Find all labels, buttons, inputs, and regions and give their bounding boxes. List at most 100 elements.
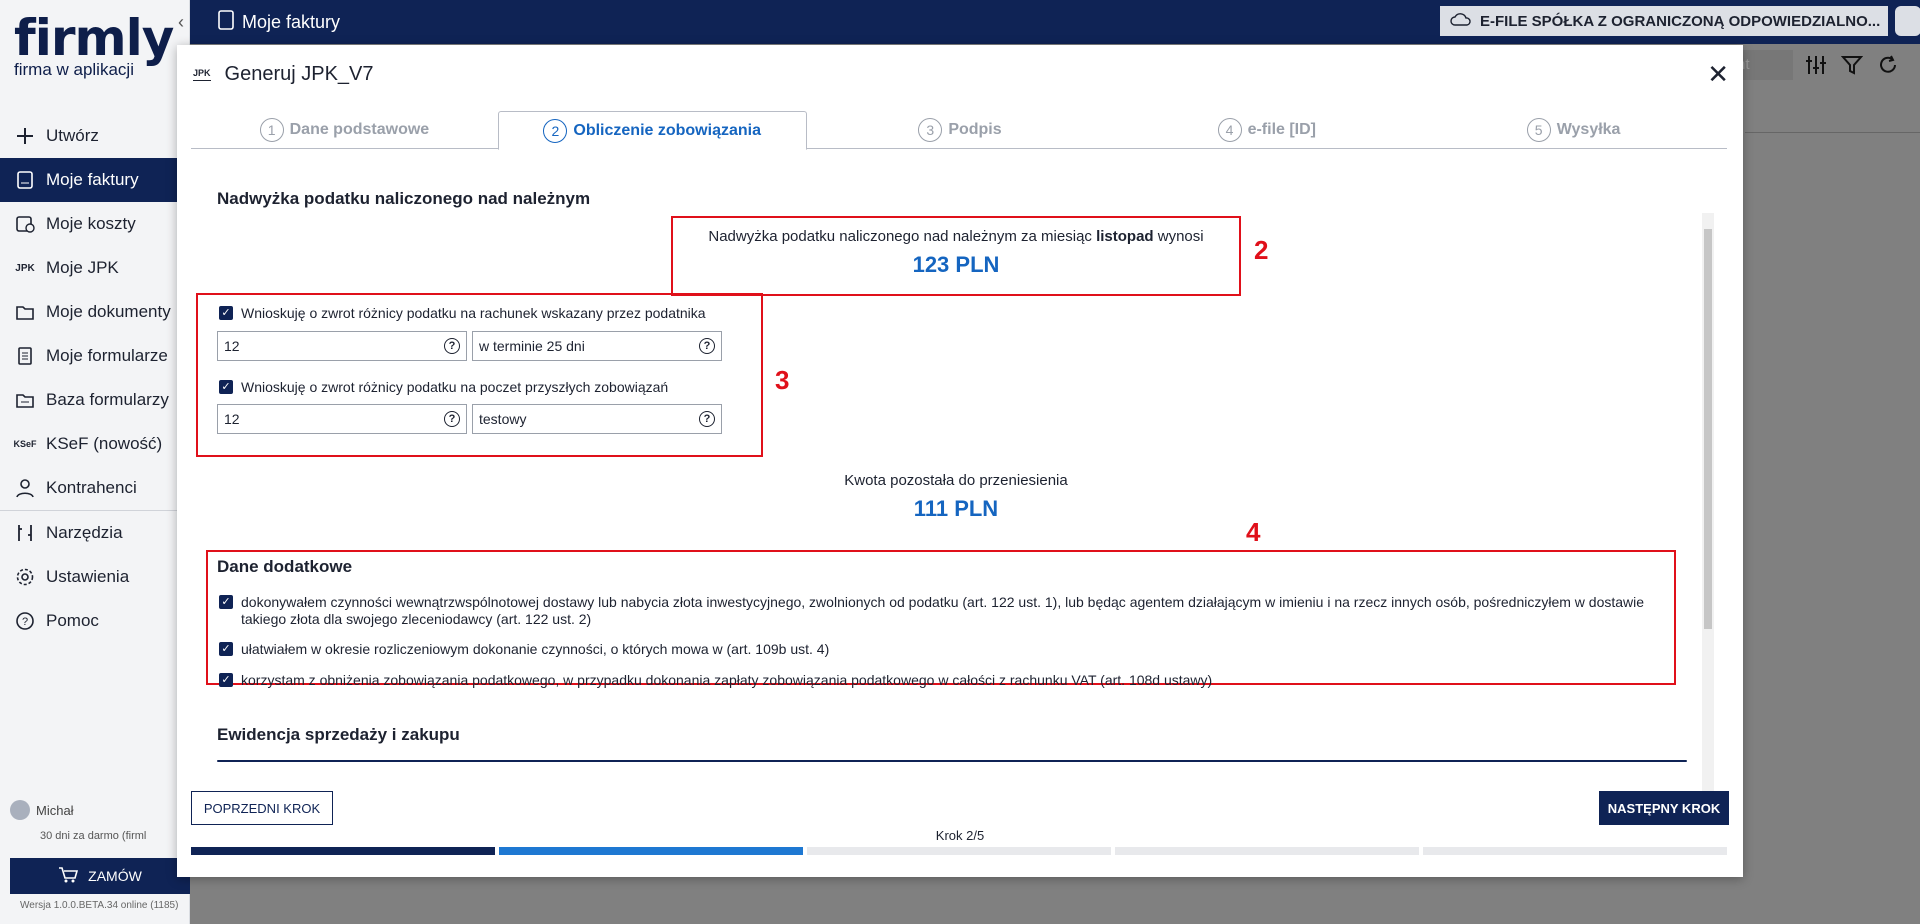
logo[interactable]: firmly firma w aplikacji [14, 10, 174, 80]
extra-data-title: Dane dodatkowe [217, 557, 353, 576]
tab-label: e-file [ID] [1247, 120, 1317, 138]
tab-step-2[interactable]: 2 Obliczenie zobowiązania [497, 111, 807, 150]
refund-term-select[interactable]: w terminie 25 dni ? [472, 331, 722, 361]
help-icon: ? [14, 610, 36, 632]
extra-item-label: ułatwiałem w okresie rozliczeniowym doko… [241, 641, 830, 657]
account-button[interactable] [1895, 6, 1920, 36]
remaining-amount: 111 PLN [913, 496, 999, 521]
cloud-icon [1450, 12, 1472, 30]
extra-item-row[interactable]: ✓ korzystam z obniżenia zobowiązania pod… [219, 672, 1689, 689]
annotation-number-3: 3 [775, 365, 790, 395]
sidebar-item-invoices[interactable]: Moje faktury [0, 158, 190, 202]
wizard-tabs: 1 Dane podstawowe 2 Obliczenie zobowiąza… [191, 111, 1727, 150]
refund-future-checkbox-row[interactable]: ✓ Wnioskuję o zwrot różnicy podatku na p… [219, 379, 668, 395]
trial-text: 30 dni za darmo (firml [40, 830, 147, 842]
scrollbar-thumb[interactable] [1704, 229, 1712, 629]
checkbox-checked-icon[interactable]: ✓ [219, 673, 233, 687]
sidebar-item-forms[interactable]: Moje formularze [0, 334, 190, 378]
sidebar-item-jpk[interactable]: JPK Moje JPK [0, 246, 190, 290]
refund-future-note-input[interactable]: testowy ? [472, 404, 722, 434]
folder-db-icon [14, 389, 36, 411]
help-icon[interactable]: ? [444, 338, 460, 354]
help-icon[interactable]: ? [699, 338, 715, 354]
generate-jpk-modal: JPK Generuj JPK_V7 ✕ 1 Dane podstawowe 2… [177, 45, 1743, 877]
refund-future-note-value: testowy [479, 411, 527, 427]
version-text: Wersja 1.0.0.BETA.34 online (1185) [20, 900, 179, 911]
refund-future-amount-input[interactable]: 12 ? [217, 404, 467, 434]
extra-item-label: korzystam z obniżenia zobowiązania podat… [241, 672, 1213, 688]
company-selector[interactable]: E-FILE SPÓŁKA Z OGRANICZONĄ ODPOWIEDZIAL… [1440, 6, 1888, 36]
user-name: Michał [36, 802, 74, 818]
sidebar-item-costs[interactable]: Moje koszty [0, 202, 190, 246]
next-step-button[interactable]: NASTĘPNY KROK [1599, 791, 1729, 825]
modal-header: JPK Generuj JPK_V7 [193, 63, 374, 86]
tab-label: Dane podstawowe [289, 120, 430, 138]
checkbox-checked-icon[interactable]: ✓ [219, 595, 233, 609]
tools-icon [14, 522, 36, 544]
previous-step-button[interactable]: POPRZEDNI KROK [191, 791, 333, 825]
sidebar-item-documents[interactable]: Moje dokumenty [0, 290, 190, 334]
sidebar-nav: Utwórz Moje faktury Moje koszty JPK Moje… [0, 114, 190, 643]
sidebar-item-create[interactable]: Utwórz [0, 114, 190, 158]
checkbox-checked-icon[interactable]: ✓ [219, 642, 233, 656]
tab-label: Obliczenie zobowiązania [573, 121, 761, 139]
progress-segment-3 [807, 847, 1111, 855]
surplus-amount: 123 PLN [912, 252, 1000, 277]
sidebar-item-ksef[interactable]: KSeF KSeF (nowość) [0, 422, 190, 466]
plus-icon [14, 125, 36, 147]
sidebar-item-help[interactable]: ? Pomoc [0, 599, 190, 643]
tab-step-5[interactable]: 5 Wysyłka [1420, 111, 1727, 148]
modal-title: Generuj JPK_V7 [224, 63, 374, 85]
surplus-text: Nadwyżka podatku naliczonego nad należny… [677, 228, 1235, 245]
close-icon[interactable]: ✕ [1707, 59, 1729, 90]
step-number: 4 [1217, 117, 1242, 142]
progress-segment-1 [191, 847, 495, 855]
cart-icon [58, 866, 79, 887]
refund-account-amount-input[interactable]: 12 ? [217, 331, 467, 361]
progress-segment-2 [499, 847, 803, 855]
sidebar-item-label: Ustawienia [46, 567, 130, 586]
costs-icon [14, 213, 36, 235]
order-label: ZAMÓW [88, 868, 142, 884]
progress-segment-5 [1423, 847, 1727, 855]
tab-step-4[interactable]: 4 e-file [ID] [1113, 111, 1420, 148]
surplus-month: listopad [1096, 228, 1154, 245]
extra-item-row[interactable]: ✓ ułatwiałem w okresie rozliczeniowym do… [219, 641, 1689, 658]
tab-label: Podpis [948, 120, 1002, 138]
sidebar-item-label: Moje formularze [46, 346, 168, 365]
checkbox-checked-icon[interactable]: ✓ [219, 380, 233, 394]
sidebar-item-label: Utwórz [46, 126, 99, 145]
sidebar-item-tools[interactable]: Narzędzia [0, 511, 190, 555]
page-title-text: Moje faktury [242, 12, 341, 32]
section-title: Nadwyżka podatku naliczonego nad należny… [217, 189, 591, 208]
sidebar-item-contractors[interactable]: Kontrahenci [0, 466, 190, 510]
checkbox-checked-icon[interactable]: ✓ [219, 306, 233, 320]
company-name: E-FILE SPÓŁKA Z OGRANICZONĄ ODPOWIEDZIAL… [1480, 12, 1881, 30]
form-icon [14, 345, 36, 367]
help-icon[interactable]: ? [699, 411, 715, 427]
sidebar-item-label: Narzędzia [46, 523, 123, 542]
background-toolbar [1805, 54, 1899, 82]
extra-item-row[interactable]: ✓ dokonywałem czynności wewnątrzwspólnot… [219, 594, 1689, 628]
sidebar-item-label: Pomoc [46, 611, 99, 630]
annotation-number-4: 4 [1246, 517, 1261, 547]
refund-account-checkbox-row[interactable]: ✓ Wnioskuję o zwrot różnicy podatku na r… [219, 305, 706, 321]
user-profile[interactable]: Michał [10, 800, 74, 820]
help-icon[interactable]: ? [444, 411, 460, 427]
sidebar-item-settings[interactable]: Ustawienia [0, 555, 190, 599]
sidebar-item-forms-db[interactable]: Baza formularzy [0, 378, 190, 422]
jpk-icon: JPK [193, 68, 211, 81]
top-bar: Moje faktury E-FILE SPÓŁKA Z OGRANICZONĄ… [190, 0, 1920, 44]
background-divider [1745, 132, 1920, 133]
svg-text:?: ? [22, 616, 28, 628]
wizard-progress [191, 847, 1727, 855]
sidebar-item-label: Moje faktury [46, 170, 139, 189]
refresh-icon [1877, 54, 1899, 82]
tab-step-3[interactable]: 3 Podpis [807, 111, 1114, 148]
refund-future-amount-value: 12 [224, 411, 240, 427]
collapse-sidebar-icon[interactable]: ‹ [178, 12, 184, 33]
tab-step-1[interactable]: 1 Dane podstawowe [191, 111, 498, 148]
sliders-icon [1805, 54, 1827, 82]
order-button[interactable]: ZAMÓW [10, 858, 190, 894]
avatar [10, 800, 30, 820]
